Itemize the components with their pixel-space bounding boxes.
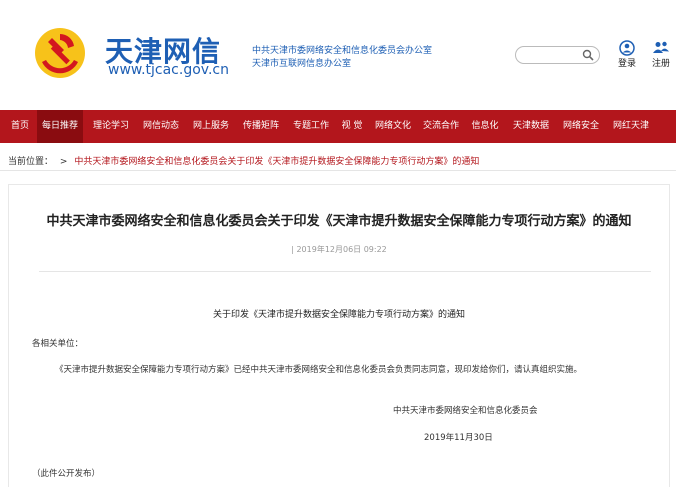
nav-item-active[interactable]: 每日推荐 bbox=[37, 110, 83, 143]
article-date: | 2019年12月06日 09:22 bbox=[291, 245, 387, 254]
article-panel: 中共天津市委网络安全和信息化委员会 关于印发《天津市提升数据安全保障能力专项行动方… bbox=[8, 184, 670, 487]
nav-item[interactable]: 信息化 bbox=[466, 110, 504, 143]
search-icon[interactable] bbox=[582, 49, 594, 61]
breadcrumb-divider bbox=[0, 170, 676, 171]
breadcrumb: 当前位置： > 中共天津市委网络安全和信息化委员会关于印发《天津市提升数据安全保… bbox=[8, 154, 479, 167]
register-button[interactable]: 注册 bbox=[650, 40, 672, 69]
nav-item[interactable]: 网络安全 bbox=[558, 110, 604, 143]
nav-item[interactable]: 网上服务 bbox=[188, 110, 234, 143]
notice-heading: 关于印发《天津市提升数据安全保障能力专项行动方案》的通知 bbox=[212, 310, 465, 320]
nav-item[interactable]: 专题工作 bbox=[288, 110, 334, 143]
article-title: 中共天津市委网络安全和信息化委员会关于印发《天津市提升数据安全保障能力专项行动方… bbox=[46, 214, 632, 229]
user-icon bbox=[619, 40, 635, 56]
register-label: 注册 bbox=[651, 59, 670, 69]
signature: 中共天津市委网络安全和信息化委员会 bbox=[393, 406, 538, 416]
search-input[interactable] bbox=[522, 48, 580, 61]
users-icon bbox=[653, 41, 669, 53]
sign-date: 2019年11月30日 bbox=[424, 433, 493, 443]
body-paragraph: 《天津市提升数据安全保障能力专项行动方案》已经中共天津市委网络安全和信息化委员会… bbox=[55, 365, 583, 375]
article-divider bbox=[39, 271, 651, 272]
party-emblem-icon bbox=[35, 28, 85, 78]
login-label: 登录 bbox=[617, 59, 636, 69]
nav-item[interactable]: 网络文化 bbox=[370, 110, 416, 143]
login-button[interactable]: 登录 bbox=[617, 40, 637, 69]
nav-item[interactable]: 天津数据 bbox=[508, 110, 554, 143]
salutation: 各相关单位： bbox=[32, 339, 84, 349]
nav-item[interactable]: 首页 bbox=[6, 110, 34, 143]
org-name-line1: 中共天津市委网络安全和信息化委员会办公室 bbox=[252, 46, 433, 56]
site-header: 天津网信 www.tjcac.gov.cn 中共天津市委网络安全和信息化委员会办… bbox=[0, 0, 676, 110]
breadcrumb-link[interactable]: 中共天津市委网络安全和信息化委员会关于印发《天津市提升数据安全保障能力专项行动方… bbox=[74, 157, 479, 167]
org-name-line2: 天津市互联网信息办公室 bbox=[252, 59, 352, 69]
nav-item[interactable]: 传播矩阵 bbox=[238, 110, 284, 143]
nav-item[interactable]: 网红天津 bbox=[608, 110, 654, 143]
nav-item[interactable]: 视 觉 bbox=[336, 110, 368, 143]
main-nav: 首页 每日推荐 理论学习 网信动态 网上服务 传播矩阵 专题工作 视 觉 网络文… bbox=[0, 110, 676, 143]
publish-note: （此件公开发布） bbox=[32, 469, 101, 479]
nav-item[interactable]: 理论学习 bbox=[88, 110, 134, 143]
nav-item[interactable]: 网信动态 bbox=[138, 110, 184, 143]
site-url[interactable]: www.tjcac.gov.cn bbox=[108, 62, 229, 78]
nav-item[interactable]: 交流合作 bbox=[418, 110, 464, 143]
search-box bbox=[515, 46, 600, 64]
breadcrumb-prefix: 当前位置： bbox=[8, 157, 54, 167]
breadcrumb-separator: > bbox=[59, 157, 68, 167]
